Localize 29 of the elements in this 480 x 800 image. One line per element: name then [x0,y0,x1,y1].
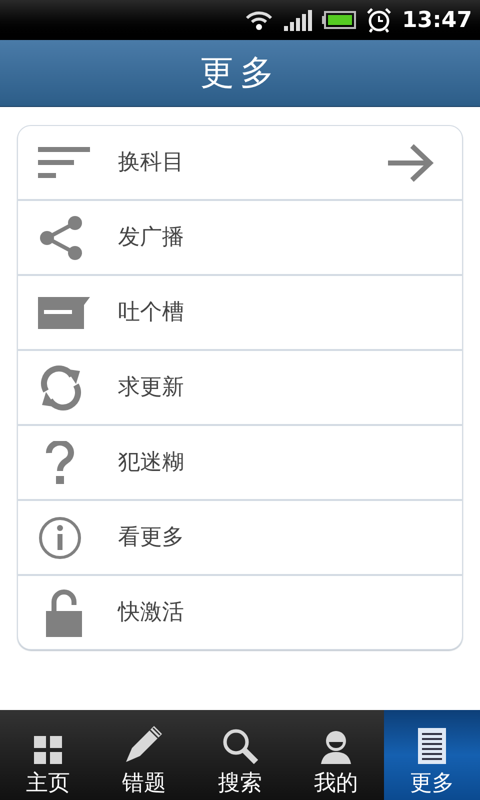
menu-item[interactable]: 吐个槽 [17,275,463,350]
tab[interactable]: 我的 [288,710,384,800]
tab[interactable]: 搜索 [192,710,288,800]
tab[interactable]: 主页 [0,710,96,800]
menu-item[interactable]: 犯迷糊 [17,425,463,500]
refresh-icon [38,364,84,410]
tab[interactable]: 更多 [384,710,480,800]
menu-item[interactable]: 快激活 [17,575,463,650]
lines-icon [38,144,90,180]
signal-icon [284,9,312,31]
page-title: 更多 [200,52,280,94]
document-icon [418,728,446,764]
menu-item[interactable]: 发广播 [17,200,463,275]
menu-item[interactable]: 求更新 [17,350,463,425]
clock-time: 13:47 [402,6,472,34]
search-icon [222,728,258,764]
share-icon [38,214,84,260]
padlock-icon [46,588,82,636]
pencil-icon [124,724,164,764]
tab[interactable]: 错题 [96,710,192,800]
alarm-clock-icon [366,7,392,33]
grid-icon [34,736,62,764]
battery-icon [322,11,356,29]
question-icon [46,440,74,484]
info-icon [38,516,82,560]
menu-item[interactable]: 换科目 [17,125,463,200]
message-icon [38,296,90,328]
person-icon [321,730,351,764]
menu-item[interactable]: 看更多 [17,500,463,575]
